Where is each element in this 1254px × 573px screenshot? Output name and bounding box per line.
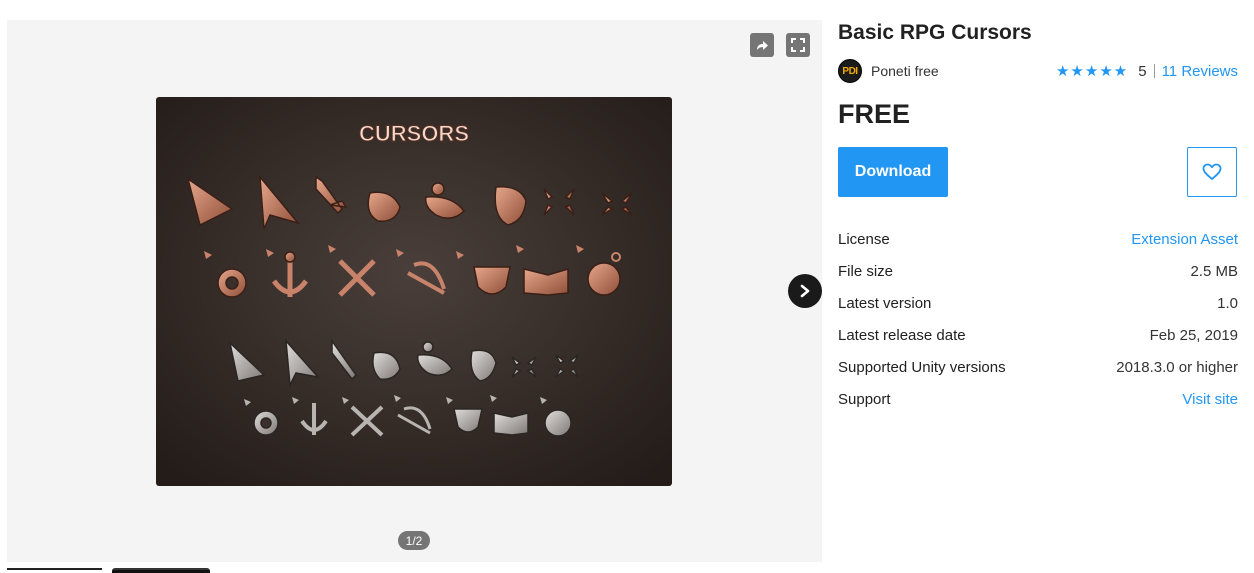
star-rating-icon: ★★★★★ (1055, 63, 1129, 80)
info-value: Feb 25, 2019 (1149, 326, 1238, 344)
license-link[interactable]: Extension Asset (1131, 231, 1238, 248)
fullscreen-icon (791, 38, 805, 52)
chevron-right-icon (800, 284, 810, 298)
info-label: License (838, 230, 890, 248)
image-page-indicator: 1/2 (398, 531, 430, 550)
reviews-link[interactable]: 11 Reviews (1162, 63, 1238, 80)
publisher-name[interactable]: Poneti free (871, 63, 939, 79)
publisher-logo-text: PDI (842, 65, 858, 77)
cursors-preview-image: CURSORS (156, 97, 672, 486)
info-label: Supported Unity versions (838, 358, 1006, 376)
fullscreen-button[interactable] (786, 33, 810, 57)
info-row-latest-version: Latest version 1.0 (838, 287, 1238, 319)
info-label: Latest version (838, 294, 932, 312)
info-label: Support (838, 390, 891, 408)
info-table: License Extension Asset File size 2.5 MB… (838, 223, 1238, 415)
info-row-license: License Extension Asset (838, 223, 1238, 255)
rating-value: 5 (1138, 62, 1147, 80)
support-link[interactable]: Visit site (1182, 391, 1238, 408)
thumbnail-1[interactable] (7, 568, 102, 573)
asset-page: CURSORS 1/2 Basic RPG Cursors PDI Poneti… (0, 0, 1254, 573)
rating: ★★★★★ 5 11 Reviews (1056, 58, 1238, 84)
preview-title: CURSORS (359, 121, 469, 146)
heart-icon (1202, 163, 1222, 180)
info-label: Latest release date (838, 326, 966, 344)
info-row-release-date: Latest release date Feb 25, 2019 (838, 319, 1238, 351)
info-row-file-size: File size 2.5 MB (838, 255, 1238, 287)
share-icon (757, 41, 768, 50)
divider (1153, 64, 1155, 78)
info-row-support: Support Visit site (838, 383, 1238, 415)
info-row-unity-versions: Supported Unity versions 2018.3.0 or hig… (838, 351, 1238, 383)
next-image-button[interactable] (788, 274, 822, 308)
share-button[interactable] (750, 33, 774, 57)
main-image[interactable]: CURSORS (156, 97, 672, 486)
publisher-row: PDI Poneti free ★★★★★ 5 11 Reviews (838, 58, 1238, 84)
publisher-avatar[interactable]: PDI (838, 59, 862, 83)
thumbnail-2[interactable] (112, 568, 210, 573)
image-gallery: CURSORS 1/2 (7, 20, 822, 562)
product-title: Basic RPG Cursors (838, 21, 1032, 44)
actions: Download (838, 147, 1238, 197)
price: FREE (838, 99, 911, 129)
info-label: File size (838, 262, 894, 280)
info-value: 2018.3.0 or higher (1116, 358, 1238, 376)
product-details: Basic RPG Cursors PDI Poneti free ★★★★★ … (838, 20, 1238, 415)
favorite-button[interactable] (1187, 147, 1237, 197)
download-button[interactable]: Download (838, 147, 948, 197)
info-value: 1.0 (1217, 294, 1238, 312)
info-value: 2.5 MB (1190, 262, 1238, 280)
